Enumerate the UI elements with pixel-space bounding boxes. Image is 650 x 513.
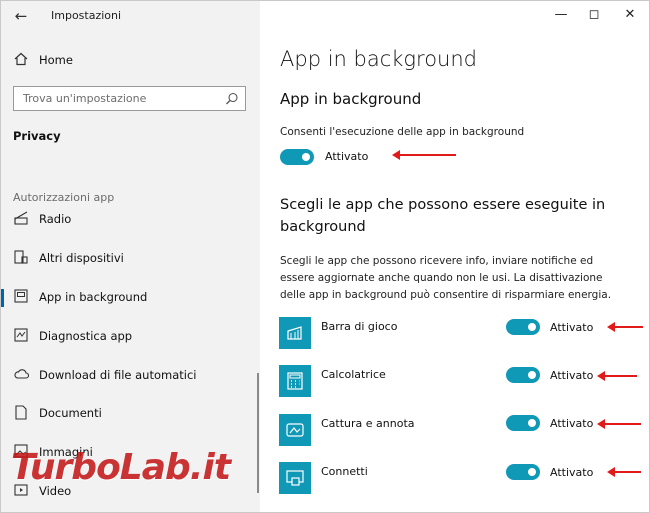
sidebar-item-label: Altri dispositivi bbox=[39, 251, 124, 265]
devices-icon bbox=[13, 250, 29, 266]
sidebar-item-label: Radio bbox=[39, 212, 72, 226]
section-title: App in background bbox=[280, 90, 422, 108]
snip-sketch-icon bbox=[279, 414, 311, 446]
choose-apps-title: Scegli le app che possono essere eseguit… bbox=[280, 197, 606, 235]
allow-background-state: Attivato bbox=[325, 150, 369, 163]
home-icon bbox=[13, 52, 29, 68]
background-apps-icon bbox=[13, 289, 29, 305]
sidebar-item-label: Documenti bbox=[39, 406, 102, 420]
choose-apps-description: Scegli le app che possono ricevere info,… bbox=[280, 255, 612, 301]
allow-background-label: Consenti l'esecuzione delle app in backg… bbox=[280, 126, 525, 138]
app-toggle-state: Attivato bbox=[550, 321, 594, 334]
app-toggle-state: Attivato bbox=[550, 417, 594, 430]
annotation-arrow bbox=[607, 322, 643, 332]
sidebar-item-radio[interactable]: Radio bbox=[1, 202, 260, 238]
watermark-logo: TurboLab.it bbox=[11, 447, 231, 488]
app-name: Calcolatrice bbox=[321, 368, 386, 381]
sidebar-section-privacy: Privacy bbox=[13, 129, 61, 143]
annotation-arrow bbox=[597, 371, 637, 381]
settings-window: ← Impostazioni Home Trova un'impostazion… bbox=[0, 0, 650, 513]
sidebar-item-documents[interactable]: Documenti bbox=[1, 396, 260, 432]
annotation-arrow bbox=[607, 467, 641, 477]
page-title: App in background bbox=[280, 47, 477, 71]
sidebar-scrollbar[interactable] bbox=[257, 373, 259, 493]
annotation-arrow bbox=[597, 419, 641, 429]
connect-icon bbox=[279, 462, 311, 494]
sidebar-item-home[interactable]: Home bbox=[1, 43, 260, 79]
game-bar-icon bbox=[279, 317, 311, 349]
app-toggle-calculator[interactable] bbox=[506, 367, 540, 383]
calculator-icon bbox=[279, 365, 311, 397]
diagnostics-icon bbox=[13, 328, 29, 344]
app-toggle-snip-sketch[interactable] bbox=[506, 415, 540, 431]
sidebar-item-label: Diagnostica app bbox=[39, 329, 133, 343]
maximize-icon[interactable]: ◻ bbox=[579, 5, 609, 25]
main-content: — ◻ ✕ App in background App in backgroun… bbox=[260, 1, 649, 512]
app-toggle-game-bar[interactable] bbox=[506, 319, 540, 335]
sidebar-item-app-diagnostics[interactable]: Diagnostica app bbox=[1, 319, 260, 355]
cloud-icon bbox=[13, 367, 29, 383]
close-icon[interactable]: ✕ bbox=[615, 5, 645, 25]
app-toggle-state: Attivato bbox=[550, 466, 594, 479]
document-icon bbox=[13, 405, 29, 421]
app-toggle-state: Attivato bbox=[550, 369, 594, 382]
window-title: Impostazioni bbox=[51, 9, 122, 22]
app-name: Cattura e annota bbox=[321, 417, 415, 430]
app-name: Connetti bbox=[321, 465, 368, 478]
sidebar: ← Impostazioni Home Trova un'impostazion… bbox=[1, 1, 260, 512]
search-icon[interactable] bbox=[225, 91, 239, 105]
app-name: Barra di gioco bbox=[321, 320, 398, 333]
sidebar-item-automatic-downloads[interactable]: Download di file automatici bbox=[1, 358, 260, 394]
search-placeholder: Trova un'impostazione bbox=[23, 92, 147, 105]
minimize-icon[interactable]: — bbox=[546, 5, 576, 25]
back-arrow-icon[interactable]: ← bbox=[11, 7, 31, 25]
sidebar-item-label: Home bbox=[39, 53, 73, 67]
annotation-arrow bbox=[392, 150, 456, 160]
sidebar-item-other-devices[interactable]: Altri dispositivi bbox=[1, 241, 260, 277]
search-input[interactable]: Trova un'impostazione bbox=[13, 86, 246, 111]
sidebar-item-background-apps[interactable]: App in background bbox=[1, 280, 260, 316]
sidebar-item-label: App in background bbox=[39, 290, 148, 304]
sidebar-item-label: Download di file automatici bbox=[39, 368, 197, 382]
allow-background-toggle[interactable] bbox=[280, 149, 314, 165]
app-toggle-connect[interactable] bbox=[506, 464, 540, 480]
title-bar: ← Impostazioni bbox=[1, 1, 260, 31]
radio-icon bbox=[13, 211, 29, 227]
